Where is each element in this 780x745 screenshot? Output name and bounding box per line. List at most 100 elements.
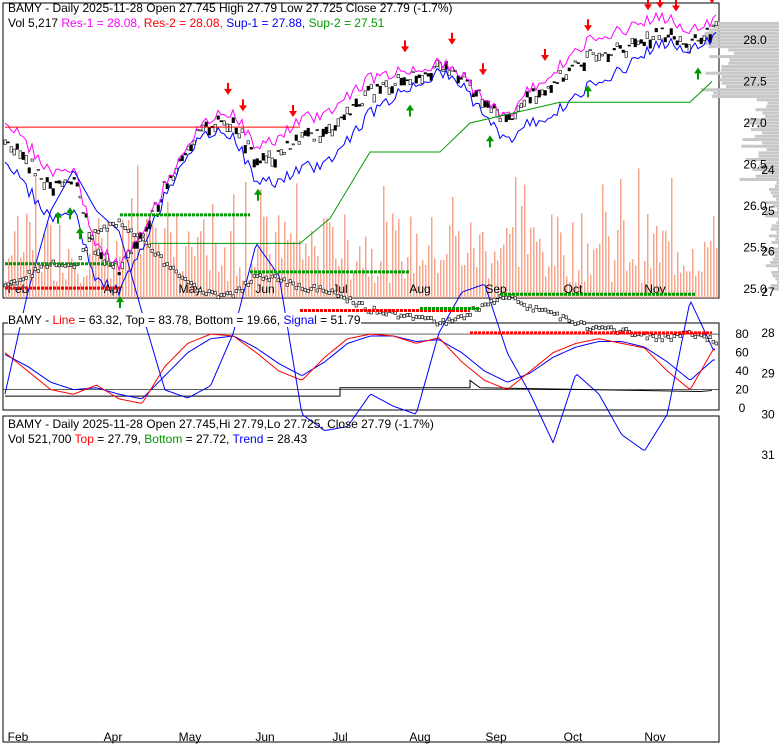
price-candle	[576, 62, 580, 64]
price-candle-lower	[105, 227, 109, 232]
volume-bar	[218, 271, 220, 298]
price-candle-lower	[651, 334, 655, 338]
price-candle-lower	[159, 254, 163, 258]
price-candle-lower	[336, 293, 340, 298]
price-candle-lower	[204, 292, 208, 297]
volume-profile-bar	[765, 264, 779, 268]
volume-bar	[68, 248, 70, 298]
price-candle-lower	[81, 248, 85, 252]
price-candle	[456, 75, 460, 84]
price-candle	[600, 54, 604, 57]
price-candle-lower	[156, 251, 160, 256]
volume-profile-bar	[721, 65, 779, 69]
price-candle-lower	[267, 278, 271, 282]
price-candle-lower	[78, 256, 82, 260]
price-candle-lower	[408, 313, 412, 317]
price-candle	[612, 48, 616, 51]
price-candle	[351, 104, 355, 106]
price-candle-lower	[468, 312, 472, 317]
price-candle-lower	[354, 303, 358, 308]
price-candle-lower	[678, 334, 682, 338]
volume-bar	[77, 273, 79, 298]
price-candle	[222, 120, 226, 126]
panel-frame-3	[2, 415, 720, 743]
price-candle-lower	[714, 341, 718, 346]
price-candle	[285, 140, 289, 144]
price-candle	[558, 70, 562, 74]
buy-arrow-icon	[76, 227, 84, 240]
price-candle-lower	[537, 308, 541, 312]
price-candle	[714, 21, 718, 26]
price-candle-lower	[525, 307, 529, 311]
price-candle	[513, 113, 517, 120]
volume-bar	[353, 272, 355, 298]
price-candle-lower	[129, 228, 133, 233]
volume-bar	[296, 183, 298, 298]
trend-label: Trend	[232, 432, 264, 446]
price-candle-lower	[144, 240, 148, 245]
volume-bar	[440, 259, 442, 298]
volume-bar	[587, 243, 589, 298]
volume-profile-bar	[774, 254, 779, 258]
price-candle	[36, 169, 40, 171]
volume-bar	[386, 221, 388, 298]
price-candle	[528, 96, 532, 104]
volume-bar	[287, 239, 289, 298]
price-candle	[42, 182, 46, 190]
price-candle	[540, 89, 544, 96]
price-candle	[339, 116, 343, 119]
price-candle	[69, 181, 73, 185]
volume-bar	[539, 238, 541, 298]
buy-arrow-icon	[54, 211, 62, 224]
price-candle-lower	[198, 288, 202, 293]
trend-tick-label: 30	[761, 407, 775, 421]
price-candle	[591, 52, 595, 55]
price-candle	[537, 89, 541, 98]
sell-arrow-icon	[448, 32, 456, 45]
price-candle	[225, 123, 229, 133]
volume-bar	[209, 270, 211, 298]
month-label-bottom: Aug	[409, 730, 430, 744]
price-candle-lower	[285, 282, 289, 287]
price-candle	[639, 39, 643, 44]
price-candle-lower	[192, 283, 196, 287]
price-candle-lower	[87, 238, 91, 242]
month-label: Aug	[409, 282, 430, 296]
sell-arrow-icon	[541, 49, 549, 62]
volume-profile-bar	[711, 94, 779, 98]
price-candle-lower	[594, 324, 598, 329]
price-candle	[690, 38, 694, 41]
price-candle-lower	[93, 229, 97, 233]
price-candle	[291, 143, 295, 146]
price-candle	[573, 60, 577, 63]
volume-bar	[152, 224, 154, 298]
price-candle-lower	[663, 333, 667, 338]
price-candle-lower	[495, 298, 499, 303]
price-candle-lower	[591, 326, 595, 330]
volume-bar	[482, 232, 484, 298]
trend-tick-label: 24	[761, 163, 775, 177]
month-label-bottom: Feb	[8, 730, 29, 744]
volume-profile-bar	[777, 207, 779, 211]
volume-profile-bar	[728, 61, 779, 65]
price-candle-lower	[24, 275, 28, 280]
sell-arrow-icon	[644, 0, 652, 11]
volume-bar	[137, 165, 139, 298]
price-candle-lower	[531, 308, 535, 313]
price-candle	[525, 91, 529, 98]
volume-bar	[530, 227, 532, 298]
volume-profile-bar	[772, 194, 779, 198]
volume-bar	[464, 265, 466, 298]
price-candle-lower	[483, 302, 487, 307]
volume-profile-bar	[758, 151, 779, 155]
price-candle-lower	[588, 327, 592, 332]
price-candle-lower	[420, 315, 424, 319]
price-candle-lower	[546, 309, 550, 314]
price-candle	[156, 204, 160, 212]
volume-bar	[203, 219, 205, 298]
month-label-bottom: May	[179, 730, 202, 744]
volume-bar	[713, 216, 715, 298]
price-candle-lower	[564, 315, 568, 320]
price-candle	[672, 36, 676, 40]
price-candle	[93, 250, 97, 255]
